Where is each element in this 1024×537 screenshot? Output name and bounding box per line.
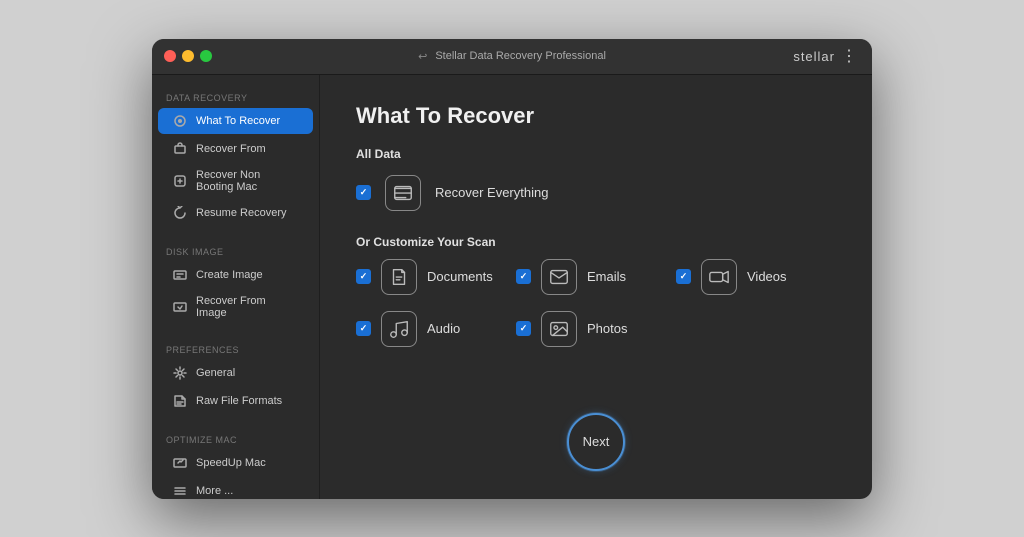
documents-label: Documents bbox=[427, 269, 493, 284]
sidebar-item-more[interactable]: More ... bbox=[158, 478, 313, 499]
sidebar-item-create-image[interactable]: Create Image bbox=[158, 262, 313, 288]
sidebar-section-optimize-mac: Optimize Mac bbox=[152, 427, 319, 449]
documents-icon-box bbox=[381, 259, 417, 295]
sidebar-item-speedup-mac[interactable]: SpeedUp Mac bbox=[158, 450, 313, 476]
panel-title: What To Recover bbox=[356, 103, 836, 129]
emails-checkbox[interactable] bbox=[516, 269, 531, 284]
sidebar-item-recover-from[interactable]: Recover From bbox=[158, 136, 313, 162]
emails-item: Emails bbox=[516, 259, 676, 295]
recover-everything-checkbox[interactable] bbox=[356, 185, 371, 200]
sidebar-label-recover-non-booting: Recover Non Booting Mac bbox=[196, 169, 299, 193]
next-button[interactable]: Next bbox=[567, 413, 625, 471]
audio-checkbox[interactable] bbox=[356, 321, 371, 336]
sidebar-item-recover-from-image[interactable]: Recover From Image bbox=[158, 290, 313, 324]
photos-label: Photos bbox=[587, 321, 627, 336]
sidebar-section-disk-image: Disk Image bbox=[152, 239, 319, 261]
audio-label: Audio bbox=[427, 321, 460, 336]
recover-everything-label: Recover Everything bbox=[435, 185, 548, 200]
resume-recovery-icon bbox=[172, 205, 188, 221]
more-icon bbox=[172, 483, 188, 499]
videos-label: Videos bbox=[747, 269, 787, 284]
sidebar-label-speedup-mac: SpeedUp Mac bbox=[196, 457, 266, 469]
sidebar-label-create-image: Create Image bbox=[196, 269, 263, 281]
speedup-mac-icon bbox=[172, 455, 188, 471]
main-content: Data Recovery What To Recover Recover Fr… bbox=[152, 75, 872, 499]
maximize-button[interactable] bbox=[200, 50, 212, 62]
photos-icon-box bbox=[541, 311, 577, 347]
videos-icon-box bbox=[701, 259, 737, 295]
audio-icon-box bbox=[381, 311, 417, 347]
documents-item: Documents bbox=[356, 259, 516, 295]
logo-text: stellar bbox=[793, 49, 835, 64]
photos-checkbox[interactable] bbox=[516, 321, 531, 336]
raw-file-formats-icon bbox=[172, 393, 188, 409]
photos-item: Photos bbox=[516, 311, 676, 347]
sidebar-item-resume-recovery[interactable]: Resume Recovery bbox=[158, 200, 313, 226]
next-button-wrap: Next bbox=[567, 413, 625, 471]
sidebar-label-more: More ... bbox=[196, 485, 233, 497]
general-icon bbox=[172, 365, 188, 381]
sidebar-label-recover-from-image: Recover From Image bbox=[196, 295, 299, 319]
documents-checkbox[interactable] bbox=[356, 269, 371, 284]
videos-checkbox[interactable] bbox=[676, 269, 691, 284]
sidebar: Data Recovery What To Recover Recover Fr… bbox=[152, 75, 320, 499]
sidebar-item-what-to-recover[interactable]: What To Recover bbox=[158, 108, 313, 134]
videos-item: Videos bbox=[676, 259, 836, 295]
recover-everything-row: Recover Everything bbox=[356, 175, 836, 211]
titlebar-logo: stellar ⋮ bbox=[793, 46, 858, 66]
traffic-lights bbox=[164, 50, 212, 62]
minimize-button[interactable] bbox=[182, 50, 194, 62]
sidebar-label-recover-from: Recover From bbox=[196, 143, 266, 155]
sidebar-section-preferences: Preferences bbox=[152, 337, 319, 359]
menu-dots-icon[interactable]: ⋮ bbox=[841, 46, 858, 66]
all-data-label: All Data bbox=[356, 147, 836, 161]
sidebar-item-recover-non-booting[interactable]: Recover Non Booting Mac bbox=[158, 164, 313, 198]
create-image-icon bbox=[172, 267, 188, 283]
main-panel: What To Recover All Data Recover Everyth… bbox=[320, 75, 872, 499]
back-icon: ↩ bbox=[418, 50, 427, 63]
titlebar-title: ↩ Stellar Data Recovery Professional bbox=[418, 50, 606, 63]
sidebar-section-data-recovery: Data Recovery bbox=[152, 85, 319, 107]
sidebar-label-raw-file-formats: Raw File Formats bbox=[196, 395, 282, 407]
close-button[interactable] bbox=[164, 50, 176, 62]
main-window: ↩ Stellar Data Recovery Professional ste… bbox=[152, 39, 872, 499]
items-grid: Documents Emails bbox=[356, 259, 836, 347]
audio-item: Audio bbox=[356, 311, 516, 347]
sidebar-item-raw-file-formats[interactable]: Raw File Formats bbox=[158, 388, 313, 414]
sidebar-label-general: General bbox=[196, 367, 235, 379]
emails-icon-box bbox=[541, 259, 577, 295]
titlebar: ↩ Stellar Data Recovery Professional ste… bbox=[152, 39, 872, 75]
recover-everything-icon-box bbox=[385, 175, 421, 211]
sidebar-label-what-to-recover: What To Recover bbox=[196, 115, 280, 127]
sidebar-item-general[interactable]: General bbox=[158, 360, 313, 386]
sidebar-label-resume-recovery: Resume Recovery bbox=[196, 207, 286, 219]
recover-from-image-icon bbox=[172, 299, 188, 315]
emails-label: Emails bbox=[587, 269, 626, 284]
recover-from-icon bbox=[172, 141, 188, 157]
what-to-recover-icon bbox=[172, 113, 188, 129]
app-title: Stellar Data Recovery Professional bbox=[435, 50, 606, 62]
customize-label: Or Customize Your Scan bbox=[356, 235, 836, 249]
recover-non-booting-icon bbox=[172, 173, 188, 189]
